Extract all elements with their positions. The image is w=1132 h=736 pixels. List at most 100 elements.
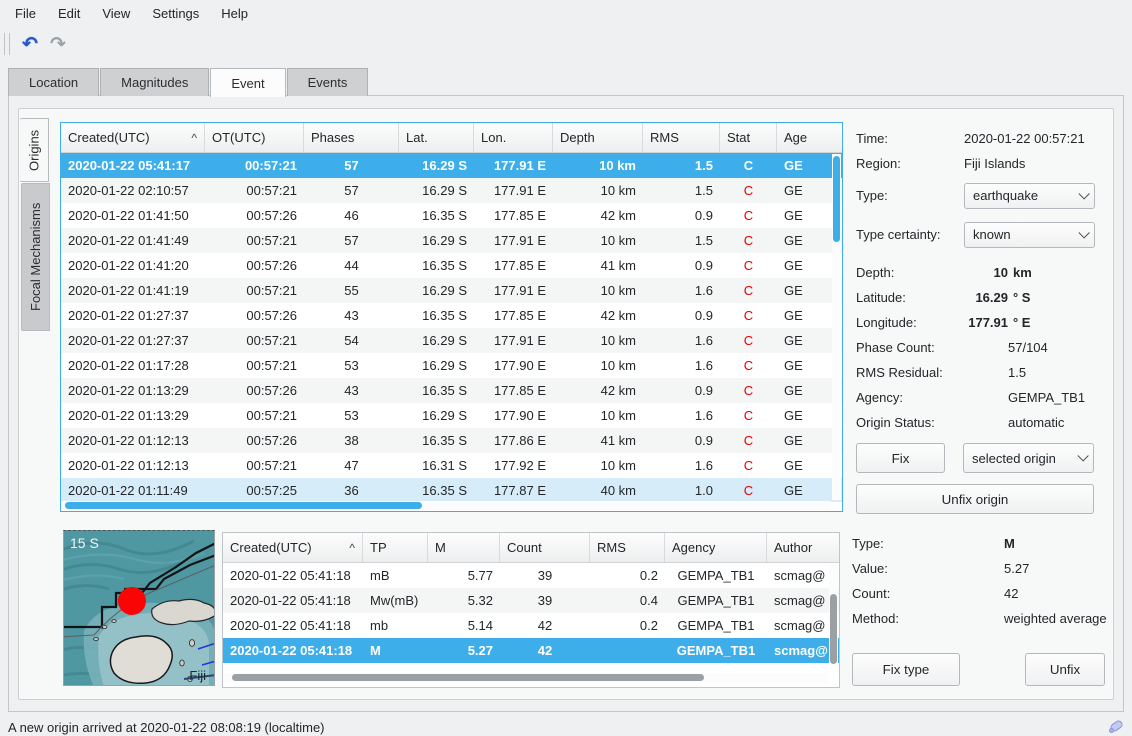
- unfix-origin-button[interactable]: Unfix origin: [856, 484, 1094, 514]
- table-cell: 38: [304, 428, 399, 453]
- menu-view[interactable]: View: [91, 2, 141, 25]
- table-row[interactable]: 2020-01-22 05:41:18M5.2742GEMPA_TB1scmag…: [223, 638, 839, 663]
- table-row[interactable]: 2020-01-22 01:12:1300:57:263816.35 S177.…: [61, 428, 842, 453]
- column-header[interactable]: Stat: [720, 123, 777, 152]
- table-row[interactable]: 2020-01-22 02:10:5700:57:215716.29 S177.…: [61, 178, 842, 203]
- table-row[interactable]: 2020-01-22 05:41:18mb5.14420.2GEMPA_TB1s…: [223, 613, 839, 638]
- magnitude-method-label: Method:: [852, 611, 960, 626]
- scrollbar-thumb[interactable]: [830, 594, 837, 664]
- table-cell: 44: [304, 253, 399, 278]
- table-row[interactable]: 2020-01-22 05:41:18Mw(mB)5.32390.4GEMPA_…: [223, 588, 839, 613]
- table-cell: 57: [304, 178, 399, 203]
- tab-magnitudes[interactable]: Magnitudes: [100, 68, 209, 96]
- magnitude-count-label: Count:: [852, 586, 960, 601]
- table-cell: 1.6: [643, 403, 720, 428]
- table-row[interactable]: 2020-01-22 01:13:2900:57:264316.35 S177.…: [61, 378, 842, 403]
- table-cell: 16.29 S: [399, 153, 474, 178]
- region-map[interactable]: 15 S Fiji: [63, 530, 215, 686]
- table-cell: 55: [304, 278, 399, 303]
- side-tab-focal-mechanisms[interactable]: Focal Mechanisms: [21, 183, 50, 331]
- magnitudes-table[interactable]: Created(UTC)^TPMCountRMSAgencyAuthor 202…: [222, 532, 840, 688]
- menu-edit[interactable]: Edit: [47, 2, 91, 25]
- table-row[interactable]: 2020-01-22 01:27:3700:57:264316.35 S177.…: [61, 303, 842, 328]
- column-header[interactable]: Created(UTC)^: [223, 533, 363, 562]
- type-label: Type:: [856, 188, 964, 203]
- table-cell: 53: [304, 403, 399, 428]
- type-certainty-value: known: [973, 227, 1078, 242]
- table-cell: 5.27: [428, 638, 500, 663]
- table-cell: 1.5: [643, 228, 720, 253]
- table-cell: 41 km: [553, 253, 643, 278]
- table-cell: C: [720, 228, 777, 253]
- scrollbar-thumb[interactable]: [833, 156, 840, 242]
- magnitudes-horizontal-scrollbar[interactable]: [224, 673, 828, 682]
- origin-type-certainty-row: Type certainty: known: [856, 215, 1112, 254]
- column-header[interactable]: OT(UTC): [205, 123, 304, 152]
- column-header[interactable]: RMS: [590, 533, 665, 562]
- origins-table-header: Created(UTC)^OT(UTC)PhasesLat.Lon.DepthR…: [61, 123, 842, 153]
- menu-file[interactable]: File: [4, 2, 47, 25]
- menu-settings[interactable]: Settings: [141, 2, 210, 25]
- magnitudes-vertical-scrollbar[interactable]: [829, 564, 838, 667]
- magnitude-type-label: Type:: [852, 536, 960, 551]
- column-header[interactable]: RMS: [643, 123, 720, 152]
- table-cell: 177.91 E: [474, 153, 553, 178]
- table-row[interactable]: 2020-01-22 01:41:1900:57:215516.29 S177.…: [61, 278, 842, 303]
- fix-mode-dropdown[interactable]: selected origin: [963, 443, 1094, 473]
- origins-table[interactable]: Created(UTC)^OT(UTC)PhasesLat.Lon.DepthR…: [60, 122, 843, 512]
- table-cell: 53: [304, 353, 399, 378]
- unfix-button[interactable]: Unfix: [1025, 653, 1105, 686]
- table-row[interactable]: 2020-01-22 05:41:18mB5.77390.2GEMPA_TB1s…: [223, 563, 839, 588]
- menu-help[interactable]: Help: [210, 2, 259, 25]
- tab-event[interactable]: Event: [210, 68, 285, 97]
- redo-icon: ↷: [44, 31, 72, 57]
- scrollbar-thumb[interactable]: [65, 502, 422, 509]
- column-header[interactable]: Author: [767, 533, 840, 562]
- column-header[interactable]: Age: [777, 123, 843, 152]
- origins-horizontal-scrollbar[interactable]: [62, 501, 831, 510]
- scrollbar-thumb[interactable]: [232, 674, 704, 681]
- chevron-down-icon: [1078, 188, 1089, 199]
- toolbar-drag-handle[interactable]: [4, 33, 10, 55]
- fix-row: Fix selected origin: [856, 443, 1112, 473]
- column-header[interactable]: Depth: [553, 123, 643, 152]
- table-cell: C: [720, 453, 777, 478]
- column-header[interactable]: Agency: [665, 533, 767, 562]
- column-header[interactable]: M: [428, 533, 500, 562]
- table-row[interactable]: 2020-01-22 01:13:2900:57:215316.29 S177.…: [61, 403, 842, 428]
- messaging-connection-icon[interactable]: [1108, 720, 1124, 734]
- table-row[interactable]: 2020-01-22 01:41:4900:57:215716.29 S177.…: [61, 228, 842, 253]
- table-row[interactable]: 2020-01-22 01:41:2000:57:264416.35 S177.…: [61, 253, 842, 278]
- origins-vertical-scrollbar[interactable]: [832, 154, 841, 500]
- event-type-dropdown[interactable]: earthquake: [964, 183, 1095, 209]
- table-cell: 2020-01-22 05:41:17: [61, 153, 205, 178]
- table-cell: 16.29 S: [399, 328, 474, 353]
- column-header[interactable]: TP: [363, 533, 428, 562]
- longitude-value: 177.91: [964, 315, 1008, 330]
- column-header[interactable]: Created(UTC)^: [61, 123, 205, 152]
- table-cell: 0.9: [643, 303, 720, 328]
- table-cell: 43: [304, 378, 399, 403]
- table-row[interactable]: 2020-01-22 01:41:5000:57:264616.35 S177.…: [61, 203, 842, 228]
- map-region-label: Fiji: [189, 668, 206, 683]
- table-cell: 10 km: [553, 403, 643, 428]
- table-row[interactable]: 2020-01-22 01:12:1300:57:214716.31 S177.…: [61, 453, 842, 478]
- fix-type-button[interactable]: Fix type: [852, 653, 960, 686]
- table-row[interactable]: 2020-01-22 01:27:3700:57:215416.29 S177.…: [61, 328, 842, 353]
- side-tab-origins[interactable]: Origins: [20, 118, 49, 182]
- column-header[interactable]: Count: [500, 533, 590, 562]
- magnitudes-table-body: 2020-01-22 05:41:18mB5.77390.2GEMPA_TB1s…: [223, 563, 839, 663]
- fix-button[interactable]: Fix: [856, 443, 945, 473]
- table-row[interactable]: 2020-01-22 01:17:2800:57:215316.29 S177.…: [61, 353, 842, 378]
- undo-icon[interactable]: ↶: [16, 31, 44, 57]
- table-row[interactable]: 2020-01-22 05:41:1700:57:215716.29 S177.…: [61, 153, 842, 178]
- chevron-down-icon: [1078, 227, 1089, 238]
- column-header[interactable]: Phases: [304, 123, 399, 152]
- column-header[interactable]: Lat.: [399, 123, 474, 152]
- table-row[interactable]: 2020-01-22 01:11:4900:57:253616.35 S177.…: [61, 478, 842, 502]
- table-cell: 5.32: [428, 588, 500, 613]
- type-certainty-dropdown[interactable]: known: [964, 222, 1095, 248]
- tab-location[interactable]: Location: [8, 68, 99, 96]
- column-header[interactable]: Lon.: [474, 123, 553, 152]
- tab-events[interactable]: Events: [287, 68, 369, 96]
